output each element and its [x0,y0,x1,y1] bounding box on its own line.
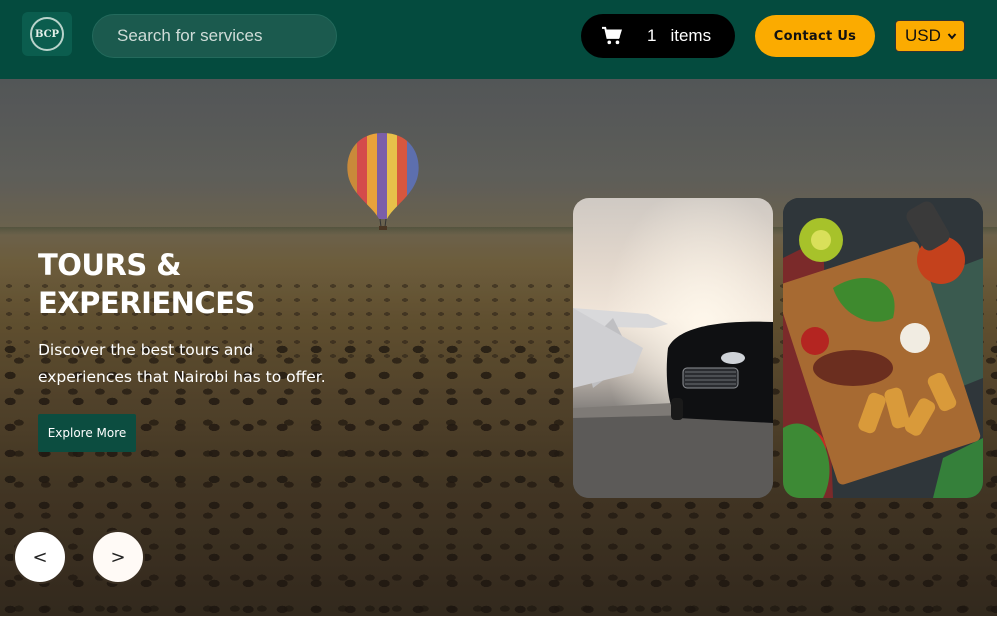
cart-count: 1 [647,26,657,45]
hero-title-line-1: TOURS & [38,248,182,282]
private-jet-car-image [573,198,773,498]
hero-banner: TOURS & EXPERIENCES Discover the best to… [0,79,997,616]
logo-emblem: BCP [30,17,64,51]
explore-more-button[interactable]: Explore More [38,414,136,452]
food-platter-image [783,198,983,498]
hot-air-balloon-image [347,133,419,230]
logo-text: BCP [34,28,60,40]
cart-label: items [670,26,712,45]
private-jet-car-card[interactable] [573,198,773,498]
contact-us-button[interactable]: Contact Us [755,15,875,57]
next-slide-button[interactable]: > [91,530,145,584]
search-input[interactable] [92,14,337,58]
food-platter-card[interactable] [783,198,983,498]
hero-subtitle-line-2: experiences that Nairobi has to offer. [38,368,326,386]
hero-title: TOURS & EXPERIENCES [38,246,358,322]
cart-button[interactable]: 1 items [581,14,735,58]
currency-value: USD [905,26,941,45]
previous-slide-button[interactable]: < [13,530,67,584]
chevron-down-icon [947,33,957,40]
currency-select[interactable]: USD [895,20,965,52]
top-header: BCP 1 items Contact Us USD [0,0,997,79]
hero-subtitle: Discover the best tours and experiences … [38,337,358,391]
hero-title-line-2: EXPERIENCES [38,286,255,320]
hero-subtitle-line-1: Discover the best tours and [38,341,254,359]
cart-icon [602,26,622,45]
logo[interactable]: BCP [22,12,72,56]
